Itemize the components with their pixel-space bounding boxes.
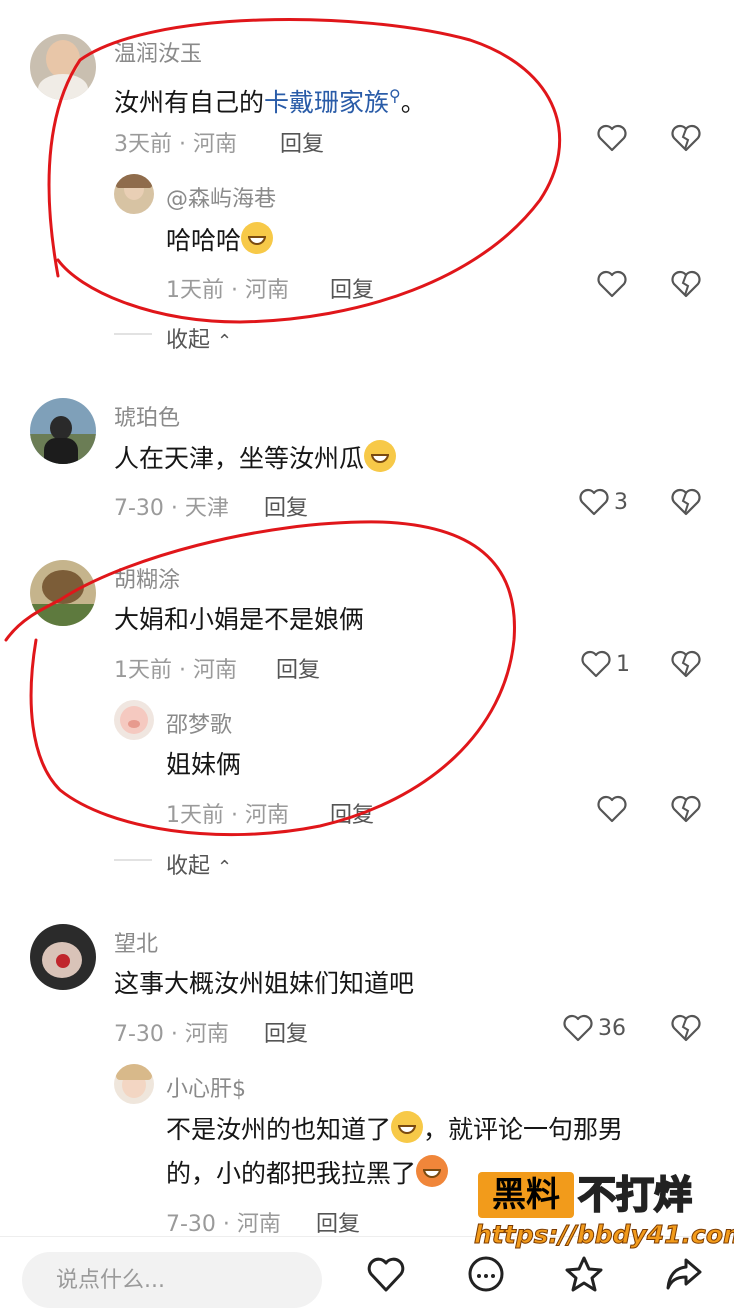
divider [114, 333, 152, 335]
reply-button[interactable]: 回复 [264, 490, 308, 522]
reply-button[interactable]: 回复 [330, 797, 374, 829]
divider [114, 859, 152, 861]
avatar[interactable] [30, 560, 96, 626]
red-annotation-circles [4, 18, 562, 837]
comment-text-part: 人在天津，坐等汝州瓜 [114, 444, 365, 473]
reply-button[interactable]: 回复 [280, 126, 324, 158]
reply-text-line-1: 不是汝州的也知道了 ，就评论一句那男 [166, 1111, 623, 1148]
dislike-icon[interactable] [670, 268, 702, 300]
comment-meta: 1天前 · 河南 [114, 658, 237, 683]
reply-button[interactable]: 回复 [330, 272, 374, 304]
share-icon[interactable] [664, 1254, 704, 1294]
avatar[interactable] [114, 174, 154, 214]
collapse-replies-button[interactable]: 收起 ⌃ [166, 322, 232, 354]
reply-meta: 1天前 · 河南 [166, 803, 289, 828]
search-icon[interactable]: ⚲ [389, 86, 401, 105]
dislike-icon[interactable] [670, 1012, 702, 1044]
avatar[interactable] [30, 34, 96, 100]
watermark-url: https://bbdy41.com [473, 1220, 734, 1250]
avatar[interactable] [30, 924, 96, 990]
dislike-icon[interactable] [670, 648, 702, 680]
like-icon[interactable] [596, 268, 628, 300]
search-link[interactable]: 卡戴珊家族 [264, 88, 389, 117]
like-count: 1 [616, 652, 630, 677]
comment-text: 人在天津，坐等汝州瓜 [114, 440, 397, 477]
comment-username[interactable]: 望北 [114, 926, 158, 958]
like-count: 3 [614, 490, 628, 515]
like-icon[interactable] [596, 793, 628, 825]
reply-button[interactable]: 回复 [276, 652, 320, 684]
like-icon[interactable] [580, 648, 612, 680]
reply-username[interactable]: 邵梦歌 [166, 707, 232, 739]
star-icon[interactable] [564, 1254, 604, 1294]
reply-text-part: ，就评论一句那男 [423, 1115, 624, 1144]
laughing-tears-emoji [364, 440, 397, 472]
comment-icon[interactable] [466, 1254, 506, 1294]
reply-text: 哈哈哈 [166, 222, 274, 259]
reply-meta: 1天前 · 河南 [166, 278, 289, 303]
like-icon[interactable] [366, 1254, 406, 1294]
comment-text-part: 汝州有自己的 [114, 88, 265, 117]
comment-input-placeholder: 说点什么... [56, 1268, 165, 1293]
dislike-icon[interactable] [670, 486, 702, 518]
watermark: 黑料 不打烊 https://bbdy41.com [473, 1172, 734, 1258]
collapse-replies-button[interactable]: 收起 ⌃ [166, 848, 232, 880]
like-count: 36 [598, 1016, 626, 1041]
comment-meta: 3天前 · 河南 [114, 132, 237, 157]
collapse-label: 收起 [166, 328, 211, 353]
collapse-label: 收起 [166, 854, 211, 879]
reply-button[interactable]: 回复 [264, 1016, 308, 1048]
avatar[interactable] [114, 700, 154, 740]
reply-username[interactable]: @森屿海巷 [166, 181, 276, 213]
grinning-sweat-emoji [241, 222, 274, 254]
reply-username[interactable]: 小心肝$ [166, 1071, 246, 1103]
comment-username[interactable]: 琥珀色 [114, 400, 180, 432]
comment-text: 大娟和小娟是不是娘俩 [114, 605, 365, 634]
reply-text-line-2: 的，小的都把我拉黑了 [166, 1155, 449, 1192]
reply-text-part: 哈哈哈 [166, 226, 242, 255]
reply-meta: 7-30 · 河南 [166, 1212, 281, 1237]
reply-text: 姐妹俩 [166, 750, 242, 779]
comment-username[interactable]: 温润汝玉 [114, 36, 202, 68]
crying-emoji [391, 1111, 424, 1143]
dislike-icon[interactable] [670, 793, 702, 825]
watermark-box: 黑料 [478, 1172, 574, 1218]
avatar[interactable] [114, 1064, 154, 1104]
watermark-text: 不打烊 [577, 1172, 693, 1218]
like-icon[interactable] [562, 1012, 594, 1044]
like-icon[interactable] [578, 486, 610, 518]
comment-text-part: 。 [400, 88, 426, 117]
angry-emoji [416, 1155, 449, 1187]
chevron-up-icon: ⌃ [217, 857, 233, 878]
dislike-icon[interactable] [670, 122, 702, 154]
like-icon[interactable] [596, 122, 628, 154]
comment-meta: 7-30 · 河南 [114, 1022, 229, 1047]
reply-text-part: 不是汝州的也知道了 [166, 1115, 392, 1144]
comment-username[interactable]: 胡糊涂 [114, 562, 180, 594]
comment-text: 这事大概汝州姐妹们知道吧 [114, 969, 415, 998]
avatar[interactable] [30, 398, 96, 464]
reply-button[interactable]: 回复 [316, 1206, 360, 1238]
reply-text-part: 的，小的都把我拉黑了 [166, 1159, 417, 1188]
comment-text: 汝州有自己的卡戴珊家族⚲。 [114, 78, 426, 121]
comment-meta: 7-30 · 天津 [114, 496, 229, 521]
chevron-up-icon: ⌃ [217, 331, 233, 352]
